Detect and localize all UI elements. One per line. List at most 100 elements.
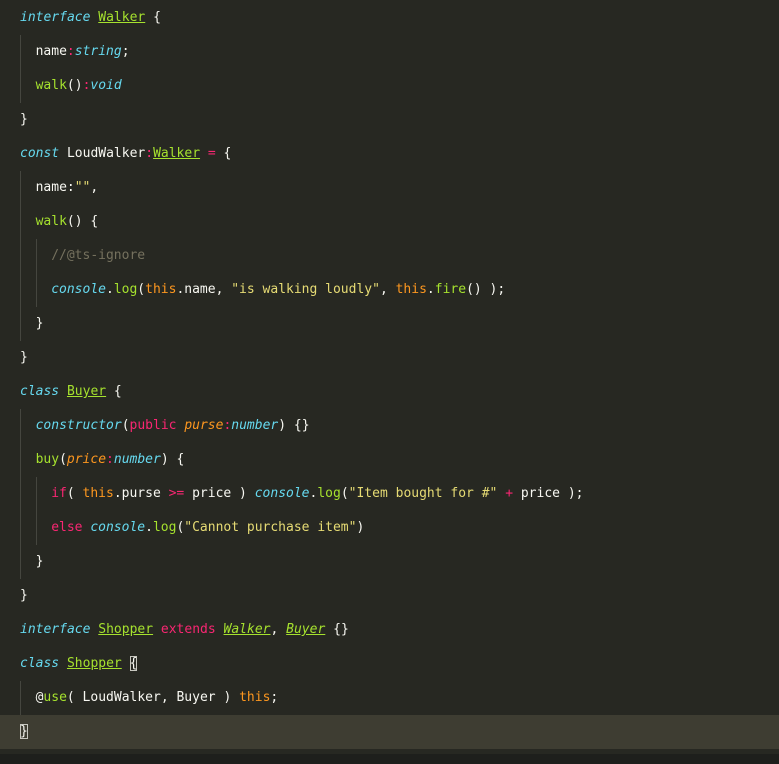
code-token: log <box>317 486 341 501</box>
code-token: : <box>145 146 154 161</box>
code-token: log <box>152 520 177 535</box>
code-token: this <box>82 486 114 501</box>
code-token: price <box>66 452 107 467</box>
code-line-content: class Buyer { <box>20 375 122 409</box>
code-token: .name, <box>176 282 232 297</box>
code-line[interactable]: console.log(this.name, "is walking loudl… <box>0 273 779 307</box>
code-line[interactable]: name:"", <box>0 171 779 205</box>
code-token: purse <box>184 418 224 433</box>
code-line[interactable]: if( this.purse >= price ) console.log("I… <box>0 477 779 511</box>
code-line[interactable]: //@ts-ignore <box>0 239 779 273</box>
code-line[interactable]: } <box>0 715 779 749</box>
code-token: "Item bought for #" <box>348 486 498 501</box>
code-token: buy <box>35 452 60 467</box>
code-line[interactable]: constructor(public purse:number) {} <box>0 409 779 443</box>
code-token: "Cannot purchase item" <box>184 520 357 535</box>
code-line[interactable]: name:string; <box>0 35 779 69</box>
code-token: class <box>20 384 60 399</box>
code-token: . <box>426 282 435 297</box>
code-line[interactable]: const LoudWalker:Walker = { <box>0 137 779 171</box>
code-line[interactable]: else console.log("Cannot purchase item") <box>0 511 779 545</box>
code-line-content: interface Walker { <box>20 1 161 35</box>
code-token: ; <box>270 690 279 705</box>
code-line[interactable]: @use( LoudWalker, Buyer ) this; <box>0 681 779 715</box>
code-line-content: } <box>36 545 44 579</box>
code-token: price ) <box>184 486 255 501</box>
code-line[interactable]: } <box>0 341 779 375</box>
code-line-content: console.log(this.name, "is walking loudl… <box>51 273 505 307</box>
code-token: console <box>51 282 106 297</box>
code-token: Walker <box>98 10 146 25</box>
code-editor[interactable]: interface Walker {name:string; walk():voi… <box>0 0 779 764</box>
code-token: () ); <box>466 282 506 297</box>
code-line-content: if( this.purse >= price ) console.log("I… <box>51 477 583 511</box>
code-line[interactable]: interface Shopper extends Walker, Buyer … <box>0 613 779 647</box>
code-token: console <box>254 486 310 501</box>
code-token: Shopper <box>98 622 154 637</box>
code-line-content: else console.log("Cannot purchase item") <box>51 511 364 545</box>
code-token: price ); <box>513 486 584 501</box>
code-token: number <box>231 418 279 433</box>
code-line-content: constructor(public purse:number) {} <box>36 409 310 443</box>
code-token: log <box>113 282 138 297</box>
code-token: Buyer <box>66 384 107 399</box>
code-token: this <box>145 282 177 297</box>
code-token: } <box>20 588 28 603</box>
code-line[interactable]: class Buyer { <box>0 375 779 409</box>
code-line-content: name:string; <box>36 35 130 69</box>
code-token: ( <box>340 486 349 501</box>
code-token: "is walking loudly" <box>231 282 380 297</box>
code-token: LoudWalker <box>59 146 146 161</box>
code-token: "" <box>74 180 91 195</box>
code-token: this <box>239 690 271 705</box>
code-token: interface <box>20 622 91 637</box>
code-line[interactable]: } <box>0 307 779 341</box>
code-line-content: interface Shopper extends Walker, Buyer … <box>20 613 349 647</box>
code-token: { <box>145 10 161 25</box>
code-token: walk <box>35 214 67 229</box>
code-line-content: const LoudWalker:Walker = { <box>20 137 231 171</box>
code-line[interactable]: walk() { <box>0 205 779 239</box>
code-token: console <box>90 520 146 535</box>
code-token: >= <box>168 486 185 501</box>
code-line-content: walk() { <box>36 205 99 239</box>
code-token: Buyer <box>286 622 326 637</box>
code-token: ( <box>59 452 67 467</box>
code-token: ( <box>137 282 146 297</box>
code-token: , <box>90 180 99 195</box>
code-token: : <box>106 452 114 467</box>
code-token: {} <box>325 622 349 637</box>
code-token: //@ts-ignore <box>51 248 146 263</box>
code-token: } <box>20 112 28 127</box>
code-token: Walker <box>223 622 271 637</box>
code-token: number <box>113 452 161 467</box>
code-token: name <box>35 44 67 59</box>
code-line[interactable]: interface Walker { <box>0 1 779 35</box>
code-token: { <box>215 146 232 161</box>
code-line[interactable]: walk():void <box>0 69 779 103</box>
code-line[interactable]: } <box>0 103 779 137</box>
code-line[interactable]: } <box>0 579 779 613</box>
code-token: void <box>90 78 122 93</box>
code-line[interactable]: } <box>0 545 779 579</box>
code-token: + <box>505 486 514 501</box>
code-line-content: } <box>20 715 28 749</box>
code-token: extends <box>160 622 216 637</box>
code-line[interactable]: class Shopper { <box>0 647 779 681</box>
code-token: . <box>105 282 114 297</box>
code-token: else <box>51 520 83 535</box>
code-line-content: } <box>36 307 44 341</box>
code-token: { <box>106 384 122 399</box>
code-line[interactable]: buy(price:number) { <box>0 443 779 477</box>
code-token: fire <box>434 282 467 297</box>
code-token: ( <box>121 418 130 433</box>
code-token: name: <box>35 180 75 195</box>
code-line-content: name:"", <box>36 171 99 205</box>
code-token: ( LoudWalker, Buyer ) <box>66 690 240 705</box>
code-token: constructor <box>35 418 122 433</box>
